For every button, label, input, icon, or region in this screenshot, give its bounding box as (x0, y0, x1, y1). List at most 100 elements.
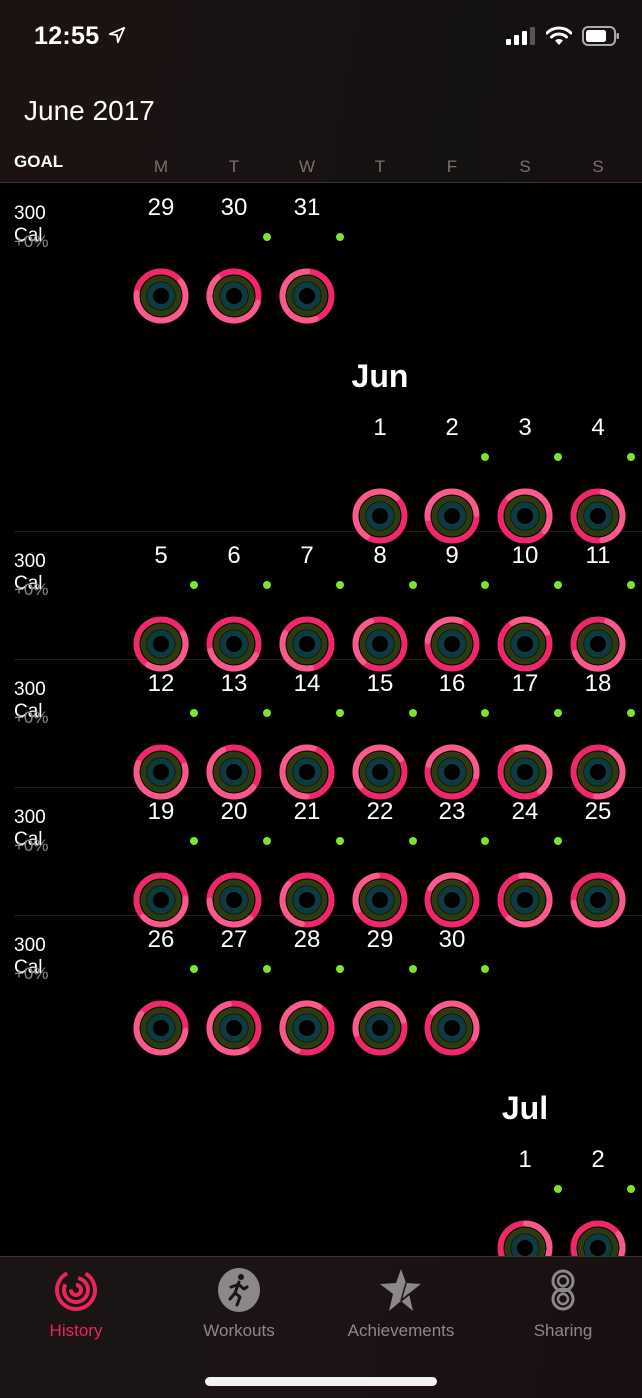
cellular-signal-icon (506, 27, 535, 45)
day-number[interactable]: 19 (131, 798, 191, 826)
goal-met-dot (627, 453, 635, 461)
activity-rings[interactable] (351, 743, 409, 801)
page-title: June 2017 (24, 95, 155, 126)
activity-rings[interactable] (351, 487, 409, 545)
activity-rings[interactable] (569, 871, 627, 929)
day-number[interactable]: 1 (495, 1146, 555, 1174)
activity-rings[interactable] (496, 615, 554, 673)
activity-rings[interactable] (278, 615, 336, 673)
sharing-icon (551, 1269, 575, 1311)
day-number[interactable]: 18 (568, 670, 628, 698)
activity-rings[interactable] (132, 267, 190, 325)
day-number[interactable]: 31 (277, 194, 337, 222)
weekday-label: S (519, 157, 531, 176)
day-number[interactable]: 29 (131, 194, 191, 222)
day-number[interactable]: 3 (495, 414, 555, 442)
goal-met-dot (336, 837, 344, 845)
day-number[interactable]: 11 (568, 542, 628, 570)
tab-achievements[interactable]: Achievements (321, 1257, 481, 1347)
goal-met-dot (336, 233, 344, 241)
stand-ring (438, 758, 466, 786)
tab-workouts[interactable]: Workouts (159, 1257, 319, 1347)
activity-rings[interactable] (569, 615, 627, 673)
goal-met-dot (190, 581, 198, 589)
wifi-icon (546, 26, 572, 45)
stand-ring (293, 1014, 321, 1042)
activity-rings[interactable] (205, 743, 263, 801)
activity-rings[interactable] (278, 267, 336, 325)
stand-ring (293, 758, 321, 786)
goal-met-dot (409, 965, 417, 973)
day-number[interactable]: 21 (277, 798, 337, 826)
day-number[interactable]: 13 (204, 670, 264, 698)
activity-rings[interactable] (205, 615, 263, 673)
status-time: 12:55 (34, 22, 100, 50)
activity-rings[interactable] (496, 743, 554, 801)
stand-ring (584, 502, 612, 530)
goal-met-dot (627, 709, 635, 717)
stand-ring (293, 282, 321, 310)
activity-rings[interactable] (569, 743, 627, 801)
activity-rings[interactable] (132, 615, 190, 673)
activity-rings[interactable] (496, 487, 554, 545)
activity-rings[interactable] (351, 999, 409, 1057)
day-number[interactable]: 26 (131, 926, 191, 954)
activity-rings[interactable] (351, 615, 409, 673)
activity-rings[interactable] (278, 999, 336, 1057)
tab-sharing[interactable]: Sharing (483, 1257, 642, 1347)
day-number[interactable]: 6 (204, 542, 264, 570)
day-number[interactable]: 22 (350, 798, 410, 826)
activity-rings[interactable] (423, 999, 481, 1057)
activity-rings[interactable] (132, 743, 190, 801)
day-number[interactable]: 23 (422, 798, 482, 826)
activity-rings[interactable] (423, 615, 481, 673)
activity-rings[interactable] (351, 871, 409, 929)
day-number[interactable]: 25 (568, 798, 628, 826)
day-number[interactable]: 15 (350, 670, 410, 698)
day-number[interactable]: 29 (350, 926, 410, 954)
activity-rings[interactable] (496, 871, 554, 929)
stand-ring (366, 630, 394, 658)
day-number[interactable]: 16 (422, 670, 482, 698)
day-number[interactable]: 17 (495, 670, 555, 698)
day-number[interactable]: 10 (495, 542, 555, 570)
day-number[interactable]: 24 (495, 798, 555, 826)
activity-rings[interactable] (278, 871, 336, 929)
week-goal-change: +0% (14, 708, 49, 727)
day-number[interactable]: 4 (568, 414, 628, 442)
stand-ring (147, 1014, 175, 1042)
stand-ring (584, 886, 612, 914)
day-number[interactable]: 14 (277, 670, 337, 698)
day-number[interactable]: 30 (204, 194, 264, 222)
day-number[interactable]: 8 (350, 542, 410, 570)
day-number[interactable]: 2 (422, 414, 482, 442)
goal-met-dot (190, 837, 198, 845)
activity-rings[interactable] (423, 487, 481, 545)
day-number[interactable]: 20 (204, 798, 264, 826)
activity-rings[interactable] (205, 871, 263, 929)
day-number[interactable]: 28 (277, 926, 337, 954)
tab-history[interactable]: History (0, 1257, 156, 1347)
status-icons (506, 26, 620, 46)
activity-rings[interactable] (132, 871, 190, 929)
day-number[interactable]: 2 (568, 1146, 628, 1174)
day-number[interactable]: 7 (277, 542, 337, 570)
day-number[interactable]: 9 (422, 542, 482, 570)
activity-rings[interactable] (205, 267, 263, 325)
activity-rings[interactable] (423, 743, 481, 801)
activity-rings[interactable] (278, 743, 336, 801)
activity-rings[interactable] (205, 999, 263, 1057)
activity-rings[interactable] (423, 871, 481, 929)
stand-ring (147, 630, 175, 658)
day-number[interactable]: 1 (350, 414, 410, 442)
goal-met-dot (627, 581, 635, 589)
activity-rings[interactable] (569, 487, 627, 545)
day-number[interactable]: 27 (204, 926, 264, 954)
activity-rings[interactable] (132, 999, 190, 1057)
achievement-star-icon (380, 1269, 423, 1311)
day-number[interactable]: 30 (422, 926, 482, 954)
stand-ring (438, 502, 466, 530)
day-number[interactable]: 12 (131, 670, 191, 698)
home-indicator[interactable] (205, 1377, 437, 1386)
day-number[interactable]: 5 (131, 542, 191, 570)
